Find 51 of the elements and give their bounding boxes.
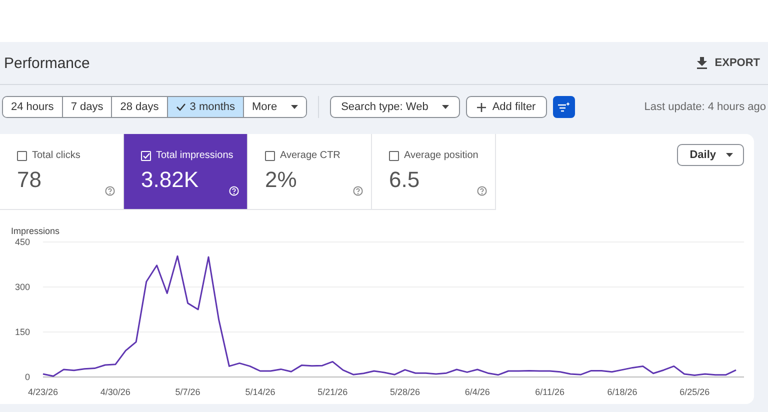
x-tick-label: 4/30/26 xyxy=(100,387,130,397)
caret-icon xyxy=(291,105,298,109)
metric-tile[interactable]: Average position 6.5 xyxy=(372,134,496,210)
date-range-tab[interactable]: 24 hours xyxy=(3,97,63,117)
help-icon xyxy=(477,186,487,196)
metric-tile[interactable]: Average CTR 2% xyxy=(248,134,372,210)
metric-tile[interactable]: Total clicks 78 xyxy=(0,134,124,210)
page-title: Performance xyxy=(4,54,90,72)
check-icon xyxy=(176,103,186,111)
metric-label: Total impressions xyxy=(141,150,247,161)
y-axis-title: Impressions xyxy=(11,226,60,236)
y-tick-label: 150 xyxy=(14,327,30,337)
x-tick-label: 4/23/26 xyxy=(28,387,58,397)
x-tick-label: 6/11/26 xyxy=(535,387,564,397)
x-tick-label: 6/25/26 xyxy=(680,387,710,397)
x-tick-label: 5/7/26 xyxy=(175,387,200,397)
caret-icon xyxy=(442,105,450,109)
filter-sparkle-icon xyxy=(558,102,570,112)
metric-label: Average position xyxy=(389,150,495,161)
export-button[interactable]: EXPORT xyxy=(696,57,760,69)
metric-label: Total clicks xyxy=(17,150,123,161)
y-tick-label: 450 xyxy=(14,237,30,247)
date-range-tab[interactable]: 3 months xyxy=(168,97,244,117)
plus-icon xyxy=(477,102,486,112)
download-icon xyxy=(696,57,707,69)
date-range-tab[interactable]: 7 days xyxy=(62,97,112,117)
help-icon xyxy=(229,186,239,196)
x-tick-label: 5/21/26 xyxy=(318,387,348,397)
check-icon xyxy=(142,152,150,158)
last-update-text: Last update: 4 hours ago xyxy=(644,101,766,113)
help-icon xyxy=(105,186,115,196)
metric-value: 78 xyxy=(17,167,42,193)
add-filter-button[interactable]: Add filter xyxy=(466,96,547,118)
more-dropdown[interactable]: More xyxy=(244,97,306,117)
metric-value: 2% xyxy=(265,167,297,193)
help-icon xyxy=(353,186,363,196)
y-tick-label: 0 xyxy=(24,372,30,382)
y-tick-label: 300 xyxy=(14,282,30,292)
metric-tile[interactable]: Total impressions 3.82K xyxy=(124,134,248,210)
x-tick-label: 5/14/26 xyxy=(245,387,276,397)
metric-value: 3.82K xyxy=(141,167,198,193)
x-tick-label: 6/4/26 xyxy=(464,387,490,397)
caret-icon xyxy=(726,153,733,157)
metric-label: Average CTR xyxy=(265,150,371,161)
x-tick-label: 5/28/26 xyxy=(390,387,420,397)
x-tick-label: 6/18/26 xyxy=(607,387,638,397)
granularity-dropdown[interactable]: Daily xyxy=(676,144,744,166)
filter-button[interactable] xyxy=(552,96,575,118)
search-type-dropdown[interactable]: Search type: Web xyxy=(330,96,460,118)
date-range-tab[interactable]: 28 days xyxy=(112,97,168,117)
metric-value: 6.5 xyxy=(389,167,420,193)
